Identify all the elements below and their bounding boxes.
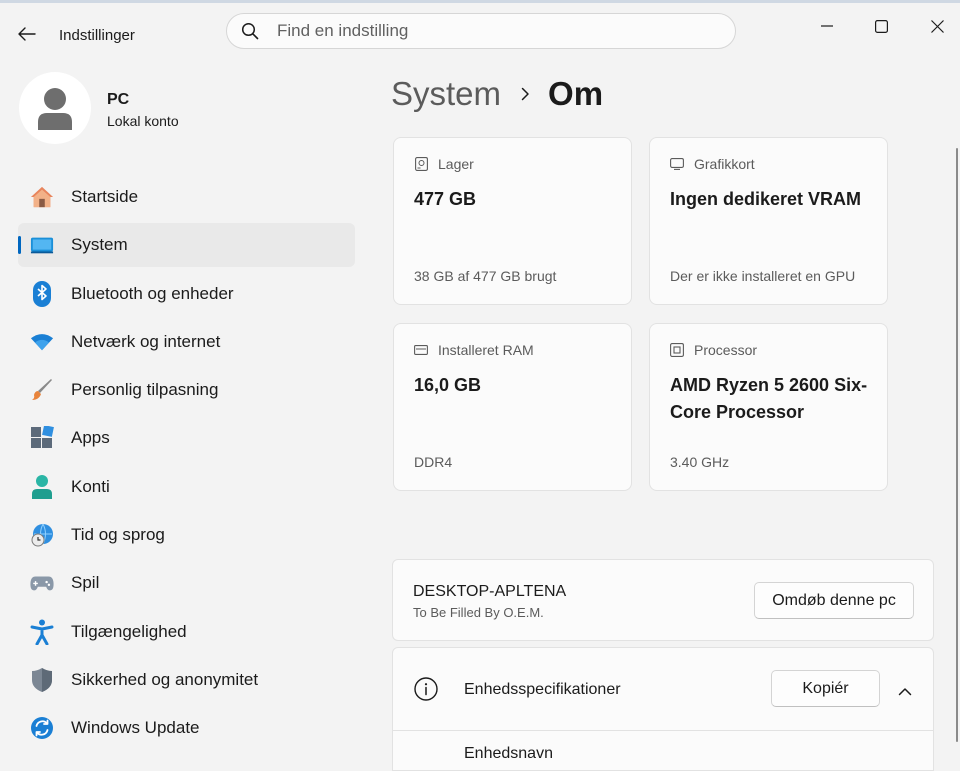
profile-account-type: Lokal konto [107,113,179,129]
accessibility-icon [30,619,54,645]
chevron-up-icon[interactable] [898,683,912,701]
copy-button[interactable]: Kopiér [771,670,880,707]
wifi-icon [30,330,54,354]
gamepad-icon [30,571,54,595]
card-value: Ingen dedikeret VRAM [670,189,862,209]
sidebar-item-windows-update[interactable]: Windows Update [18,706,355,750]
title-bar: Indstillinger [0,3,960,61]
sidebar-item-accounts[interactable]: Konti [18,465,355,509]
card-label: Processor [694,342,758,358]
back-button[interactable] [14,21,40,47]
user-avatar-icon [38,88,72,130]
sidebar-item-personalization[interactable]: Personlig tilpasning [18,368,355,412]
profile-name: PC [107,91,130,108]
sidebar-nav: Startside System Bluetooth og enheder Ne… [18,175,355,755]
sidebar-item-apps[interactable]: Apps [18,416,355,460]
storage-icon [414,157,428,171]
avatar[interactable] [19,72,91,144]
sidebar-item-network[interactable]: Netværk og internet [18,320,355,364]
sidebar-item-label: Personlig tilpasning [71,380,219,400]
card-label: Lager [438,156,474,172]
sidebar-item-label: Startside [71,187,139,206]
chevron-right-icon [521,87,530,101]
gpu-icon [670,157,684,171]
device-name: DESKTOP-APLTENA [413,583,567,600]
card-label: Grafikkort [694,156,755,172]
device-specs-title: Enhedsspecifikationer [464,681,621,698]
cpu-icon [670,343,684,357]
sidebar-item-label: Apps [71,428,110,448]
sidebar-item-startside[interactable]: Startside [18,175,355,219]
home-icon [30,185,54,209]
sidebar-item-label: Bluetooth og enheder [71,283,234,303]
sidebar-item-gaming[interactable]: Spil [18,561,355,605]
ram-icon [414,343,428,357]
sidebar-item-label: Sikkerhed og anonymitet [71,669,259,689]
brush-icon [30,378,54,402]
system-icon [30,233,54,257]
sidebar-item-label: System [71,235,128,255]
maximize-button[interactable] [858,11,904,41]
scrollbar[interactable] [956,148,958,742]
shield-icon [30,667,54,692]
minimize-icon [821,25,833,27]
device-name-panel: DESKTOP-APLTENA To Be Filled By O.E.M. O… [392,559,934,641]
search-input[interactable] [275,20,709,42]
sidebar-item-label: Tilgængelighed [71,621,187,641]
sidebar-item-label: Windows Update [71,718,200,738]
app-title: Indstillinger [59,27,135,44]
globe-clock-icon [30,523,54,547]
update-icon [30,716,54,740]
sidebar-item-time-language[interactable]: Tid og sprog [18,513,355,557]
card-processor[interactable]: Processor AMD Ryzen 5 2600 Six-Core Proc… [649,323,888,491]
rename-pc-button[interactable]: Omdøb denne pc [754,582,914,619]
device-specs-header[interactable]: Enhedsspecifikationer Kopiér [392,647,934,731]
card-footer: DDR4 [414,454,453,470]
breadcrumb: System Om [391,72,603,116]
sidebar-item-label: Tid og sprog [71,525,165,545]
card-storage[interactable]: Lager 477 GB 38 GB af 477 GB brugt [393,137,632,305]
card-label: Installeret RAM [438,342,534,358]
sidebar-item-security-privacy[interactable]: Sikkerhed og anonymitet [18,658,355,702]
close-icon [930,19,944,33]
sidebar-item-system[interactable]: System [18,223,355,268]
spec-device-name-label: Enhedsnavn [464,745,553,762]
minimize-button[interactable] [804,11,850,41]
apps-icon [30,426,54,450]
card-value: 477 GB [414,189,477,209]
sidebar-item-label: Konti [71,476,110,496]
card-footer: Der er ikke installeret en GPU [670,268,856,284]
account-icon [30,474,54,499]
card-value: AMD Ryzen 5 2600 Six-Core Processor [670,375,868,422]
sidebar-item-bluetooth[interactable]: Bluetooth og enheder [18,272,355,316]
device-model: To Be Filled By O.E.M. [413,605,544,620]
sidebar-item-accessibility[interactable]: Tilgængelighed [18,610,355,654]
bluetooth-icon [30,280,54,307]
info-icon [414,677,438,706]
card-footer: 38 GB af 477 GB brugt [414,268,557,284]
sidebar-item-label: Netværk og internet [71,331,221,351]
card-footer: 3.40 GHz [670,454,730,470]
search-icon [241,22,259,40]
card-graphics[interactable]: Grafikkort Ingen dedikeret VRAM Der er i… [649,137,888,305]
maximize-icon [874,19,888,33]
card-ram[interactable]: Installeret RAM 16,0 GB DDR4 [393,323,632,491]
page-title: Om [548,75,604,112]
device-specs-body: Enhedsnavn [392,731,934,771]
sidebar-item-label: Spil [71,573,100,593]
card-value: 16,0 GB [414,375,482,395]
back-arrow-icon [18,27,36,41]
search-box[interactable] [226,13,736,49]
breadcrumb-parent[interactable]: System [391,75,501,113]
close-button[interactable] [914,11,960,41]
